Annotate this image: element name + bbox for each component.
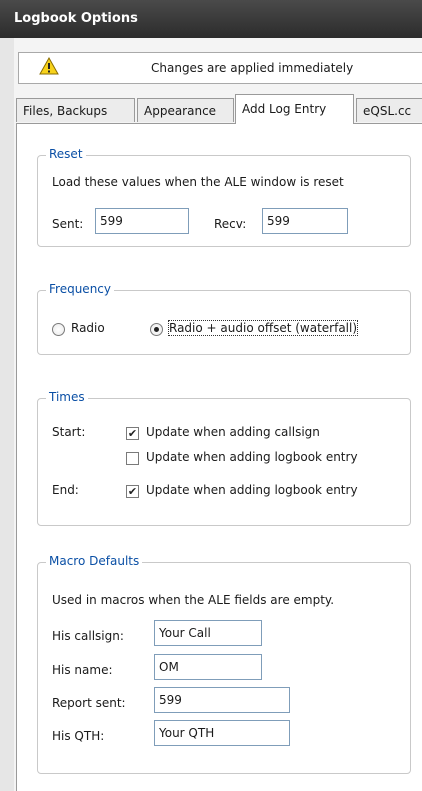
frequency-legend: Frequency (46, 282, 114, 296)
report-sent-label: Report sent: (52, 696, 126, 710)
tab-appearance[interactable]: Appearance (137, 98, 234, 122)
times-legend: Times (46, 390, 88, 404)
sent-input[interactable] (95, 208, 189, 234)
tab-bar: Files, Backups Appearance Add Log Entry … (16, 94, 422, 124)
his-callsign-label: His callsign: (52, 629, 124, 643)
left-edge (0, 38, 14, 791)
macro-defaults-group: Macro Defaults Used in macros when the A… (37, 554, 411, 774)
macro-defaults-legend: Macro Defaults (46, 554, 143, 568)
start-update-entry-checkbox[interactable] (126, 452, 139, 465)
tab-eqsl[interactable]: eQSL.cc (356, 98, 422, 122)
his-qth-input[interactable] (154, 720, 290, 746)
info-message: Changes are applied immediately (151, 61, 354, 75)
report-sent-input[interactable] (154, 687, 290, 713)
update-callsign-label: Update when adding callsign (146, 425, 320, 439)
tab-content: Reset Load these values when the ALE win… (16, 123, 422, 791)
recv-input[interactable] (262, 208, 348, 234)
radio-label: Radio (71, 321, 105, 335)
recv-label: Recv: (214, 217, 247, 231)
window-title: Logbook Options (0, 0, 422, 38)
tab-add-log-entry[interactable]: Add Log Entry (235, 94, 354, 124)
tab-files-backups[interactable]: Files, Backups (16, 98, 135, 122)
reset-legend: Reset (46, 147, 86, 161)
his-name-label: His name: (52, 663, 113, 677)
start-label: Start: (52, 425, 86, 439)
end-update-entry-checkbox[interactable]: ✔ (126, 485, 139, 498)
update-callsign-checkbox[interactable]: ✔ (126, 427, 139, 440)
info-banner: Changes are applied immediately (18, 52, 422, 84)
his-callsign-input[interactable] (154, 620, 262, 646)
warning-icon (39, 56, 59, 78)
macro-description: Used in macros when the ALE fields are e… (52, 593, 335, 607)
his-name-input[interactable] (154, 654, 262, 680)
end-update-entry-label: Update when adding logbook entry (146, 483, 358, 497)
radio-option-radio[interactable] (52, 323, 65, 336)
sent-label: Sent: (52, 217, 84, 231)
start-update-entry-label: Update when adding logbook entry (146, 450, 358, 464)
frequency-group: Frequency Radio Radio + audio offset (wa… (37, 282, 411, 355)
radio-option-audio-offset[interactable] (150, 323, 163, 336)
times-group: Times Start: ✔ Update when adding callsi… (37, 390, 411, 526)
audio-offset-label: Radio + audio offset (waterfall) (167, 320, 359, 336)
reset-description: Load these values when the ALE window is… (52, 175, 344, 189)
reset-group: Reset Load these values when the ALE win… (37, 147, 411, 247)
end-label: End: (52, 483, 79, 497)
his-qth-label: His QTH: (52, 729, 105, 743)
